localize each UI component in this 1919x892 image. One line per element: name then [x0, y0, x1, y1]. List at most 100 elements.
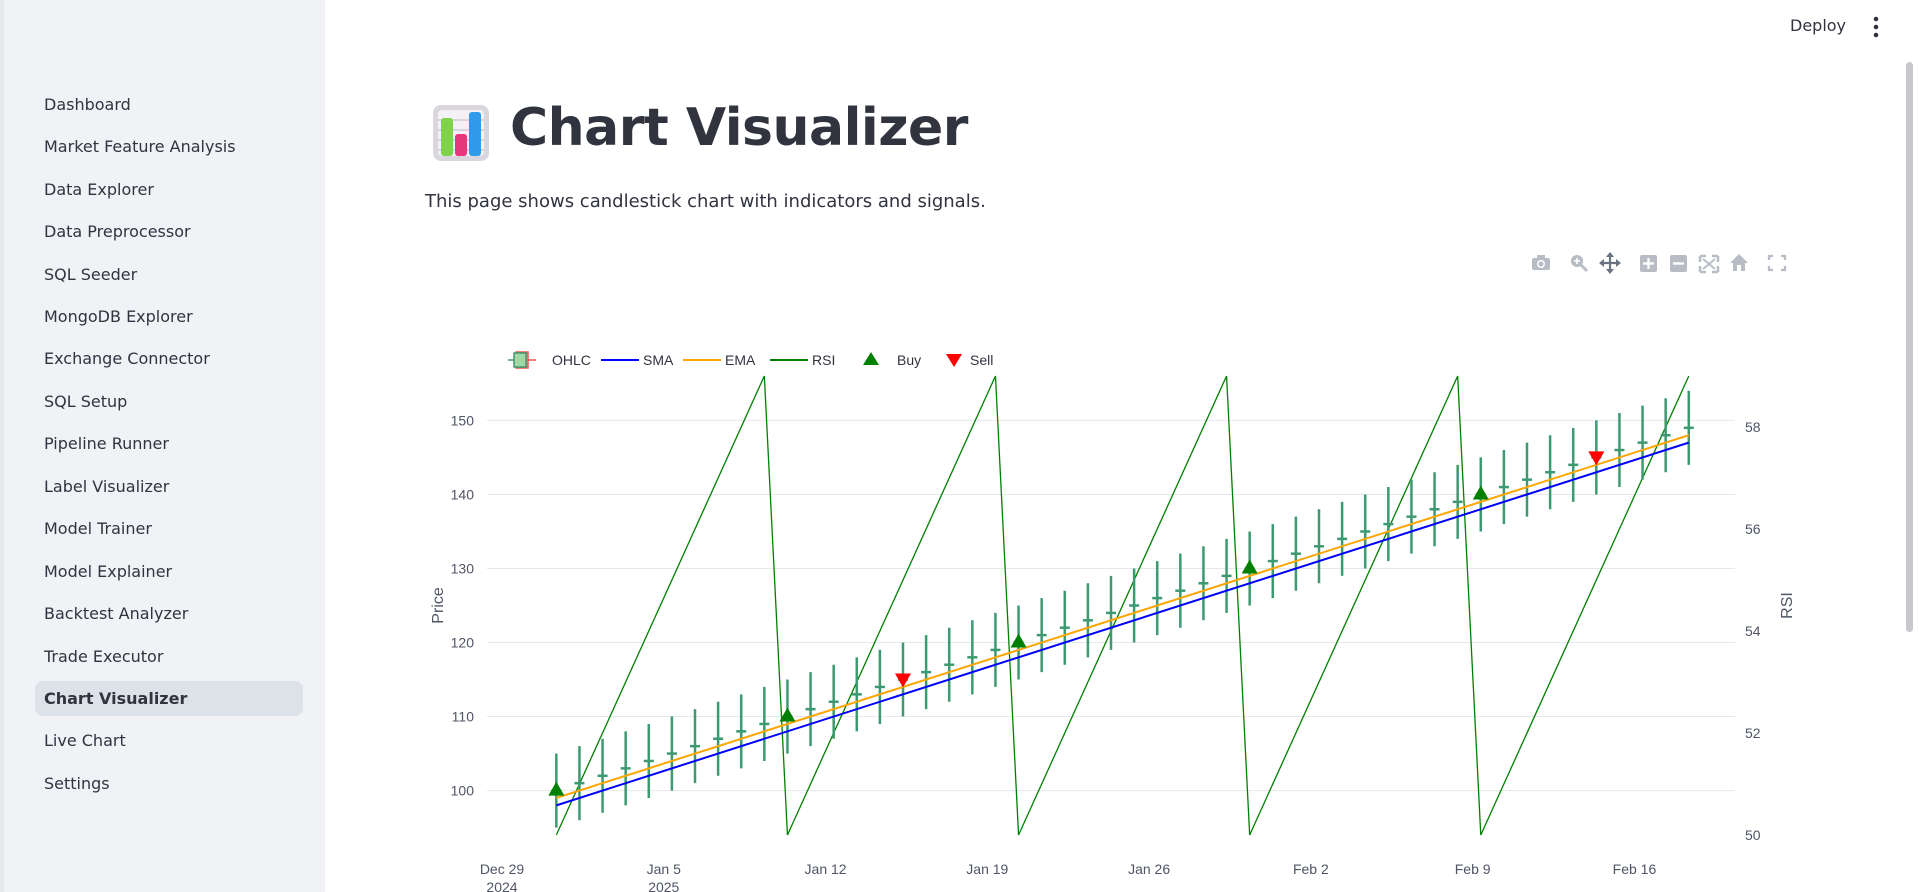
candle: [1545, 435, 1556, 510]
chart-modebar: [1530, 250, 1800, 278]
x-tick-label: Dec 29: [480, 861, 525, 877]
y2-tick-label: 50: [1745, 827, 1761, 843]
candle: [967, 620, 978, 695]
y2-tick-label: 52: [1745, 725, 1761, 741]
candle: [1314, 509, 1324, 584]
candle: [828, 664, 839, 739]
y-axis-title: Price: [430, 587, 447, 624]
candle: [759, 686, 770, 761]
sidebar-item-mongodb-explorer[interactable]: MongoDB Explorer: [35, 299, 303, 334]
legend-label: Sell: [970, 352, 993, 368]
pan-icon[interactable]: [1599, 250, 1621, 276]
candle: [1036, 598, 1047, 673]
y2-tick-label: 56: [1745, 521, 1761, 537]
candle: [1290, 516, 1301, 591]
y-tick-label: 140: [451, 486, 475, 502]
autoscale-icon[interactable]: [1698, 250, 1720, 276]
y2-tick-label: 54: [1745, 623, 1761, 639]
candle: [805, 672, 816, 747]
sidebar-item-settings[interactable]: Settings: [35, 766, 303, 801]
candle: [1383, 487, 1394, 562]
candle: [1360, 494, 1371, 569]
buy-signal-marker: [1472, 485, 1489, 500]
candle: [1568, 427, 1579, 502]
candle: [1221, 538, 1232, 613]
sidebar-item-market-feature-analysis[interactable]: Market Feature Analysis: [35, 129, 303, 164]
sidebar-item-data-preprocessor[interactable]: Data Preprocessor: [35, 214, 303, 249]
y-tick-label: 130: [451, 560, 475, 576]
legend-item: RSI: [770, 352, 835, 368]
legend-buy-swatch: [863, 352, 879, 365]
sidebar-item-pipeline-runner[interactable]: Pipeline Runner: [35, 426, 303, 461]
candle: [713, 701, 724, 776]
y-tick-label: 110: [452, 709, 475, 725]
legend-label: SMA: [643, 352, 674, 368]
candle: [1429, 472, 1440, 547]
more-vertical-icon[interactable]: [1868, 14, 1884, 40]
sidebar-item-trade-executor[interactable]: Trade Executor: [35, 639, 303, 674]
chart-axes: 100 110 120 130 140 150 50 52 54 56 58 Dec 29 2024 Ja…: [430, 412, 1796, 892]
sidebar-item-sql-setup[interactable]: SQL Setup: [35, 384, 303, 419]
candle: [574, 746, 585, 821]
candle: [1337, 501, 1348, 576]
zoom-icon[interactable]: [1568, 250, 1590, 276]
candle: [1198, 546, 1209, 621]
x-tick-label: Jan 26: [1128, 861, 1170, 877]
sidebar-item-model-trainer[interactable]: Model Trainer: [35, 511, 303, 546]
legend-item: OHLC: [508, 351, 591, 369]
candle: [990, 612, 1001, 687]
candle: [944, 627, 955, 702]
candle: [1267, 524, 1278, 599]
candle: [1452, 464, 1463, 539]
zoom-in-icon[interactable]: [1638, 250, 1660, 276]
sidebar: Dashboard Market Feature Analysis Data Exp…: [0, 0, 325, 892]
x-tick-label: Jan 19: [966, 861, 1008, 877]
sidebar-item-chart-visualizer[interactable]: Chart Visualizer: [35, 681, 303, 716]
page-description: This page shows candlestick chart with i…: [425, 191, 986, 212]
rsi-line: [555, 375, 1690, 836]
buy-signal-marker: [1010, 633, 1027, 648]
legend-label: OHLC: [552, 352, 591, 368]
legend-label: RSI: [812, 352, 835, 368]
legend-label: EMA: [725, 352, 756, 368]
buy-signal-marker: [548, 781, 565, 796]
candlestick-chart: 100 110 120 130 140 150 50 52 54 56 58 Dec 29 2024 Ja…: [430, 351, 1796, 892]
scrollbar[interactable]: [1906, 62, 1913, 632]
legend-item: Buy: [863, 352, 921, 368]
sidebar-item-model-explainer[interactable]: Model Explainer: [35, 554, 303, 589]
candle: [1660, 398, 1671, 473]
legend-item: SMA: [601, 352, 674, 368]
candle: [1175, 553, 1186, 628]
x-tick-label: 2025: [648, 879, 679, 892]
buy-signal-marker: [1241, 559, 1258, 574]
deploy-button[interactable]: Deploy: [1790, 16, 1846, 35]
home-icon[interactable]: [1728, 250, 1750, 276]
sidebar-item-data-explorer[interactable]: Data Explorer: [35, 172, 303, 207]
candle: [597, 738, 608, 813]
candle: [643, 723, 654, 798]
legend-sell-swatch: [946, 354, 962, 367]
sidebar-item-live-chart[interactable]: Live Chart: [35, 723, 303, 758]
sidebar-item-sql-seeder[interactable]: SQL Seeder: [35, 257, 303, 292]
x-tick-label: Feb 16: [1613, 861, 1657, 877]
candle: [1082, 583, 1093, 658]
candle: [851, 657, 862, 732]
candle: [736, 694, 747, 769]
candle: [1522, 442, 1532, 517]
camera-icon[interactable]: [1530, 250, 1552, 276]
candle: [620, 731, 631, 806]
x-tick-label: Feb 2: [1293, 861, 1329, 877]
sidebar-item-dashboard[interactable]: Dashboard: [35, 87, 303, 122]
candle: [1498, 450, 1509, 525]
y2-tick-label: 58: [1745, 419, 1761, 435]
sidebar-item-label-visualizer[interactable]: Label Visualizer: [35, 469, 303, 504]
sidebar-item-backtest-analyzer[interactable]: Backtest Analyzer: [35, 596, 303, 631]
fullscreen-icon[interactable]: [1766, 250, 1788, 276]
candle: [1637, 405, 1648, 480]
page-title: Chart Visualizer: [510, 98, 968, 158]
y2-axis-title: RSI: [1779, 592, 1796, 619]
chart-legend: OHLC SMA EMA RSI Buy Sell: [508, 351, 993, 369]
zoom-out-icon[interactable]: [1668, 250, 1690, 276]
sidebar-item-exchange-connector[interactable]: Exchange Connector: [35, 341, 303, 376]
x-tick-label: Feb 9: [1455, 861, 1491, 877]
